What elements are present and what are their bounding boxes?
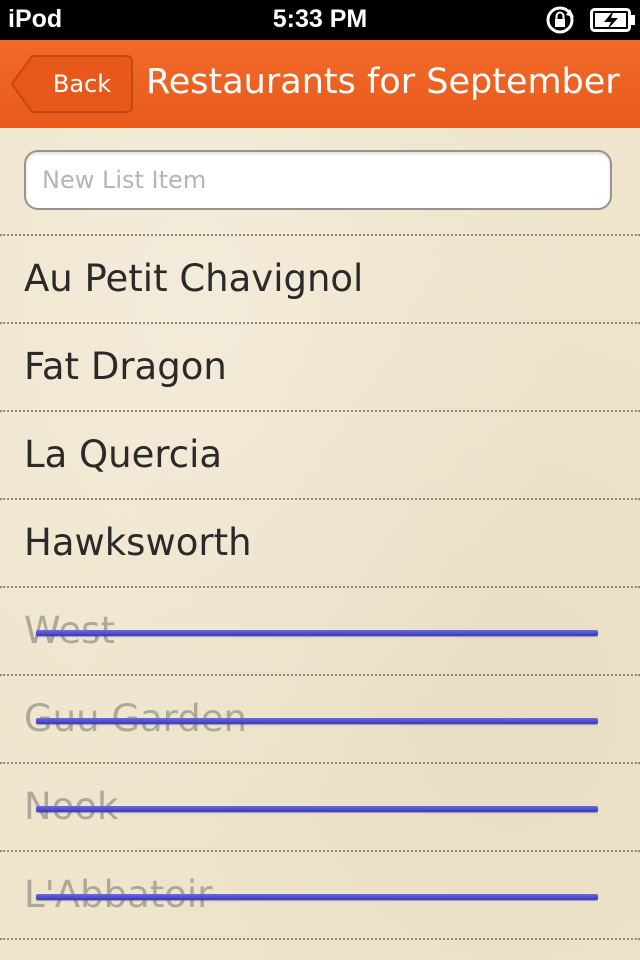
battery-charging-icon — [590, 7, 636, 33]
list-content: Au Petit Chavignol Fat Dragon La Quercia… — [0, 128, 640, 960]
new-list-item-input[interactable] — [24, 150, 612, 210]
strikethrough-mark — [36, 630, 598, 636]
rotation-lock-icon — [544, 5, 576, 35]
list-item-label: Hawksworth — [24, 521, 252, 564]
back-label: Back — [52, 70, 112, 98]
list-item-label: La Quercia — [24, 433, 223, 476]
strikethrough-mark — [36, 894, 598, 900]
list-divider — [0, 938, 640, 940]
list-item[interactable]: West — [0, 586, 640, 674]
list-item[interactable]: La Quercia — [0, 410, 640, 498]
list-item[interactable]: Au Petit Chavignol — [0, 234, 640, 322]
restaurant-list: Au Petit Chavignol Fat Dragon La Quercia… — [0, 234, 640, 938]
status-bar: iPod 5:33 PM — [0, 0, 640, 40]
list-item[interactable]: L'Abbatoir — [0, 850, 640, 938]
back-button[interactable]: Back — [10, 54, 134, 114]
navigation-bar: Back Restaurants for September — [0, 40, 640, 128]
list-item[interactable]: Guu Garden — [0, 674, 640, 762]
strikethrough-mark — [36, 718, 598, 724]
list-item-label: Fat Dragon — [24, 345, 227, 388]
list-item[interactable]: Hawksworth — [0, 498, 640, 586]
list-item[interactable]: Fat Dragon — [0, 322, 640, 410]
strikethrough-mark — [36, 806, 598, 812]
list-item-label: Au Petit Chavignol — [24, 257, 364, 300]
page-title: Restaurants for September — [146, 62, 620, 102]
list-item[interactable]: Nook — [0, 762, 640, 850]
